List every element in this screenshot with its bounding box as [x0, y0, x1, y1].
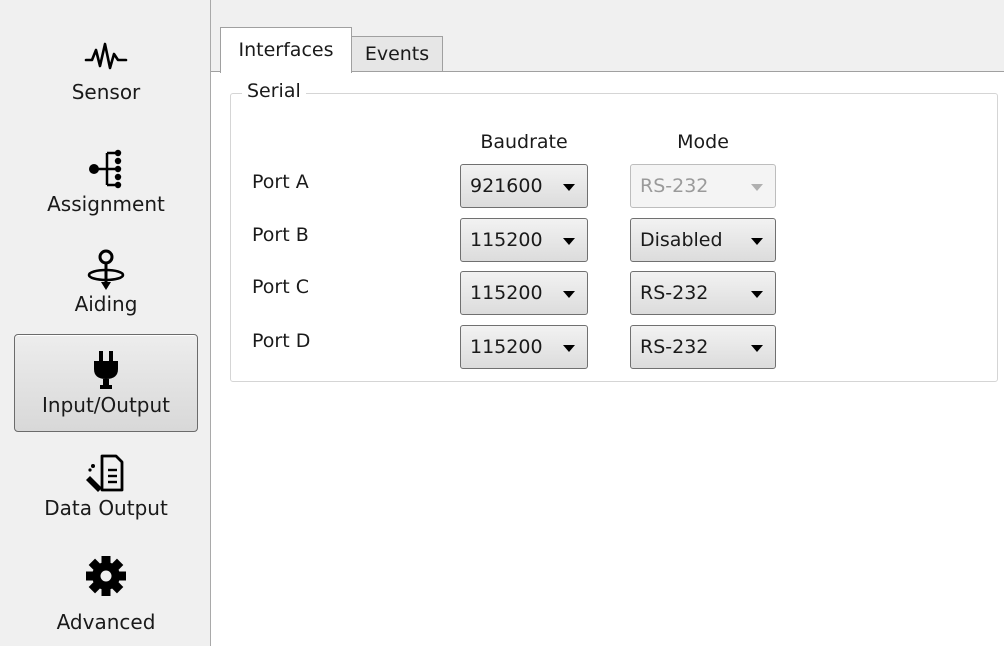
sidebar-item-data-output[interactable]: Data Output: [14, 452, 198, 532]
document-pen-icon: [14, 452, 198, 496]
serial-group-title: Serial: [242, 78, 306, 104]
chevron-down-icon: [751, 184, 763, 191]
chevron-down-icon: [563, 238, 575, 245]
location-pin-icon: [14, 248, 198, 292]
gear-icon: [14, 550, 198, 610]
port-d-baudrate-select[interactable]: 115200: [460, 325, 588, 369]
port-c-baudrate-value: 115200: [470, 282, 543, 304]
port-b-baudrate-select[interactable]: 115200: [460, 218, 588, 262]
sidebar-item-label: Advanced: [56, 610, 156, 634]
sidebar-item-label: Aiding: [74, 292, 138, 316]
port-a-mode-value: RS-232: [640, 175, 709, 197]
sidebar-item-assignment[interactable]: Assignment: [14, 148, 198, 224]
content-pane: Interfaces Events Serial Baudrate Mode P…: [211, 0, 1004, 646]
sidebar-item-aiding[interactable]: Aiding: [14, 248, 198, 328]
chevron-down-icon: [751, 291, 763, 298]
port-d-baudrate-value: 115200: [470, 336, 543, 358]
tab-events[interactable]: Events: [351, 36, 443, 72]
port-d-mode-value: RS-232: [640, 336, 709, 358]
port-a-mode-select: RS-232: [630, 164, 776, 208]
sidebar-item-label: Assignment: [47, 192, 165, 216]
waveform-icon: [14, 36, 198, 80]
port-b-mode-select[interactable]: Disabled: [630, 218, 776, 262]
sidebar: Sensor Assignment Aiding Input/Output Da…: [0, 0, 211, 646]
sidebar-item-label: Sensor: [71, 80, 141, 104]
port-b-mode-value: Disabled: [640, 229, 723, 251]
port-a-label: Port A: [252, 171, 309, 193]
mode-column-header: Mode: [677, 131, 729, 153]
port-a-baudrate-value: 921600: [470, 175, 543, 197]
sidebar-item-input-output[interactable]: Input/Output: [14, 334, 198, 432]
sidebar-item-label: Data Output: [44, 496, 168, 520]
port-b-label: Port B: [252, 224, 309, 246]
port-c-baudrate-select[interactable]: 115200: [460, 271, 588, 315]
sidebar-item-label: Input/Output: [42, 393, 170, 417]
sidebar-item-advanced[interactable]: Advanced: [14, 550, 198, 636]
baudrate-column-header: Baudrate: [480, 131, 568, 153]
sidebar-item-sensor[interactable]: Sensor: [14, 36, 198, 122]
chevron-down-icon: [751, 238, 763, 245]
chevron-down-icon: [751, 345, 763, 352]
port-a-baudrate-select[interactable]: 921600: [460, 164, 588, 208]
tree-icon: [14, 148, 198, 192]
chevron-down-icon: [563, 291, 575, 298]
port-d-mode-select[interactable]: RS-232: [630, 325, 776, 369]
plug-icon: [15, 349, 197, 393]
port-c-mode-value: RS-232: [640, 282, 709, 304]
port-c-mode-select[interactable]: RS-232: [630, 271, 776, 315]
serial-group: [230, 93, 998, 382]
port-c-label: Port C: [252, 276, 309, 298]
port-b-baudrate-value: 115200: [470, 229, 543, 251]
chevron-down-icon: [563, 184, 575, 191]
chevron-down-icon: [563, 345, 575, 352]
port-d-label: Port D: [252, 330, 311, 352]
tab-interfaces[interactable]: Interfaces: [220, 27, 352, 73]
